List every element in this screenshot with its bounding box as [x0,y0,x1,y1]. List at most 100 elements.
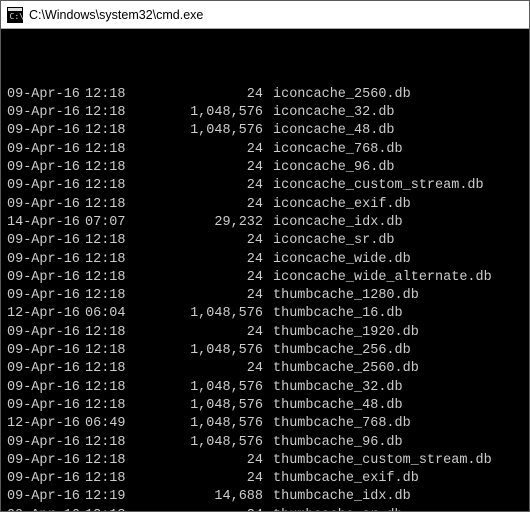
file-row: 09-Apr-1612:1824thumbcache_1920.db [7,324,523,342]
file-row: 09-Apr-1612:1824thumbcache_exif.db [7,470,523,488]
file-row: 09-Apr-1612:1824iconcache_custom_stream.… [7,177,523,195]
file-name: thumbcache_custom_stream.db [263,453,492,468]
file-name: iconcache_768.db [263,142,403,157]
file-name: thumbcache_48.db [263,398,403,413]
file-row: 09-Apr-1612:1824thumbcache_sr.db [7,507,523,511]
file-size: 14,688 [139,488,263,506]
titlebar[interactable]: C:\ C:\Windows\system32\cmd.exe [1,1,529,29]
file-time: 12:18 [85,177,139,195]
file-time: 12:18 [85,360,139,378]
file-date: 09-Apr-16 [7,196,85,214]
file-date: 09-Apr-16 [7,379,85,397]
file-date: 12-Apr-16 [7,305,85,323]
file-size: 1,048,576 [139,342,263,360]
file-date: 09-Apr-16 [7,232,85,250]
file-size: 24 [139,287,263,305]
file-size: 24 [139,360,263,378]
file-name: iconcache_sr.db [263,233,395,248]
file-time: 12:18 [85,232,139,250]
file-name: iconcache_custom_stream.db [263,178,484,193]
file-date: 09-Apr-16 [7,397,85,415]
file-time: 12:18 [85,470,139,488]
file-size: 24 [139,324,263,342]
file-time: 12:18 [85,452,139,470]
file-name: thumbcache_256.db [263,343,411,358]
file-row: 09-Apr-1612:1824thumbcache_custom_stream… [7,452,523,470]
file-row: 09-Apr-1612:1824iconcache_2560.db [7,86,523,104]
file-date: 09-Apr-16 [7,360,85,378]
file-row: 14-Apr-1607:0729,232iconcache_idx.db [7,214,523,232]
file-time: 07:07 [85,214,139,232]
file-size: 1,048,576 [139,415,263,433]
file-date: 09-Apr-16 [7,141,85,159]
file-time: 12:18 [85,104,139,122]
file-row: 09-Apr-1612:181,048,576iconcache_32.db [7,104,523,122]
file-size: 1,048,576 [139,122,263,140]
file-date: 09-Apr-16 [7,177,85,195]
file-row: 09-Apr-1612:1824iconcache_wide_alternate… [7,269,523,287]
file-row: 09-Apr-1612:1824iconcache_sr.db [7,232,523,250]
console-output[interactable]: 09-Apr-1612:1824iconcache_2560.db09-Apr-… [1,29,529,511]
file-size: 24 [139,86,263,104]
file-name: iconcache_exif.db [263,197,411,212]
file-size: 1,048,576 [139,397,263,415]
file-time: 12:18 [85,86,139,104]
file-name: iconcache_48.db [263,123,395,138]
file-row: 12-Apr-1606:041,048,576thumbcache_16.db [7,305,523,323]
file-row: 09-Apr-1612:181,048,576thumbcache_48.db [7,397,523,415]
file-date: 09-Apr-16 [7,122,85,140]
file-size: 1,048,576 [139,379,263,397]
file-time: 12:18 [85,434,139,452]
file-name: thumbcache_32.db [263,380,403,395]
file-time: 12:19 [85,488,139,506]
file-time: 12:18 [85,269,139,287]
file-name: thumbcache_sr.db [263,508,403,511]
file-row: 09-Apr-1612:1824thumbcache_2560.db [7,360,523,378]
file-size: 24 [139,452,263,470]
file-size: 24 [139,269,263,287]
file-size: 29,232 [139,214,263,232]
file-date: 09-Apr-16 [7,488,85,506]
file-name: thumbcache_2560.db [263,361,419,376]
file-date: 09-Apr-16 [7,434,85,452]
file-name: thumbcache_idx.db [263,489,411,504]
window-title: C:\Windows\system32\cmd.exe [29,8,203,22]
file-size: 1,048,576 [139,104,263,122]
file-size: 24 [139,159,263,177]
file-date: 14-Apr-16 [7,214,85,232]
file-name: thumbcache_16.db [263,306,403,321]
file-date: 09-Apr-16 [7,507,85,511]
file-date: 09-Apr-16 [7,342,85,360]
file-date: 09-Apr-16 [7,251,85,269]
file-row: 09-Apr-1612:1824iconcache_96.db [7,159,523,177]
file-name: thumbcache_1920.db [263,325,419,340]
file-size: 24 [139,177,263,195]
file-row: 09-Apr-1612:1914,688thumbcache_idx.db [7,488,523,506]
file-size: 24 [139,470,263,488]
file-time: 12:18 [85,196,139,214]
file-time: 06:49 [85,415,139,433]
file-name: iconcache_idx.db [263,215,403,230]
file-size: 24 [139,141,263,159]
file-date: 09-Apr-16 [7,452,85,470]
file-date: 09-Apr-16 [7,470,85,488]
file-name: iconcache_wide.db [263,252,411,267]
cmd-window: C:\ C:\Windows\system32\cmd.exe 09-Apr-1… [0,0,530,512]
file-date: 09-Apr-16 [7,324,85,342]
file-name: iconcache_wide_alternate.db [263,270,492,285]
file-row: 09-Apr-1612:181,048,576thumbcache_96.db [7,434,523,452]
svg-text:C:\: C:\ [10,12,24,21]
file-name: thumbcache_1280.db [263,288,419,303]
file-row: 09-Apr-1612:181,048,576iconcache_48.db [7,122,523,140]
file-date: 09-Apr-16 [7,159,85,177]
file-row: 09-Apr-1612:1824iconcache_exif.db [7,196,523,214]
file-size: 1,048,576 [139,305,263,323]
file-date: 09-Apr-16 [7,269,85,287]
file-time: 12:18 [85,122,139,140]
file-date: 09-Apr-16 [7,287,85,305]
file-time: 12:18 [85,342,139,360]
file-time: 12:18 [85,251,139,269]
file-time: 12:18 [85,141,139,159]
file-row: 09-Apr-1612:181,048,576thumbcache_32.db [7,379,523,397]
file-time: 12:18 [85,159,139,177]
